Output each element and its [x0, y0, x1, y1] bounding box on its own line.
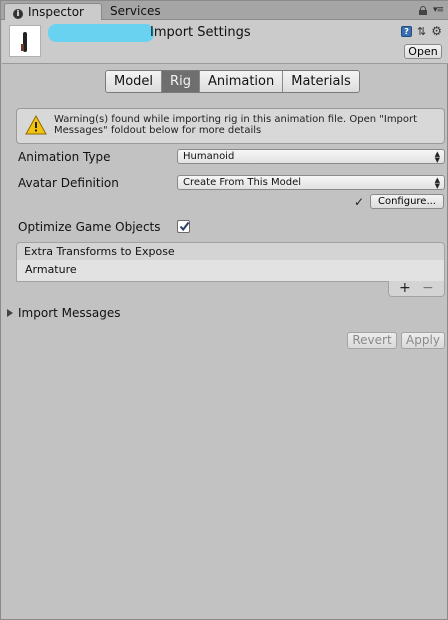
- warning-icon: [25, 115, 47, 135]
- header-icons: ? ⇅ ⚙: [401, 25, 442, 37]
- import-messages-label: Import Messages: [18, 306, 121, 320]
- remove-item-button[interactable]: −: [422, 280, 434, 296]
- tab-model[interactable]: Model: [106, 71, 163, 92]
- tab-services[interactable]: Services: [102, 3, 172, 20]
- apply-button[interactable]: Apply: [401, 332, 445, 349]
- animation-type-value: Humanoid: [183, 151, 235, 162]
- tab-inspector-label: Inspector: [28, 5, 84, 19]
- optimize-game-objects-checkbox[interactable]: [177, 220, 190, 233]
- extra-transforms-list: Armature: [16, 260, 445, 282]
- dropdown-arrows-icon: ▲ ▼: [434, 150, 440, 164]
- inspector-window: i Inspector Services ▾≡ Import Settings ?…: [0, 0, 448, 620]
- tab-bar: i Inspector Services ▾≡: [1, 1, 448, 20]
- warning-text: Warning(s) found while importing rig in …: [54, 114, 418, 136]
- animation-type-label: Animation Type: [18, 150, 111, 164]
- tab-animation[interactable]: Animation: [199, 71, 284, 92]
- tab-services-label: Services: [110, 4, 161, 18]
- warning-box: Warning(s) found while importing rig in …: [16, 108, 445, 144]
- redacted-asset-name: [48, 24, 154, 42]
- tab-bar-controls: ▾≡: [418, 6, 444, 15]
- configured-check-icon: ✓: [354, 195, 365, 209]
- avatar-definition-label: Avatar Definition: [18, 176, 119, 190]
- lock-icon[interactable]: [418, 6, 427, 15]
- extra-transforms-header: Extra Transforms to Expose: [16, 242, 445, 261]
- gear-icon[interactable]: ⚙: [431, 25, 442, 37]
- avatar-definition-dropdown[interactable]: Create From This Model ▲ ▼: [177, 175, 445, 190]
- header-title: Import Settings: [150, 25, 251, 40]
- avatar-definition-value: Create From This Model: [183, 177, 301, 188]
- tab-rig[interactable]: Rig: [162, 71, 200, 92]
- asset-header: Import Settings ? ⇅ ⚙ Open: [2, 20, 448, 64]
- list-item[interactable]: Armature: [25, 263, 77, 276]
- checkmark-icon: [179, 221, 190, 232]
- tab-materials[interactable]: Materials: [283, 71, 359, 92]
- animation-type-dropdown[interactable]: Humanoid ▲ ▼: [177, 149, 445, 164]
- open-button[interactable]: Open: [404, 44, 442, 59]
- add-item-button[interactable]: +: [399, 280, 411, 296]
- menu-icon[interactable]: ▾≡: [433, 6, 444, 15]
- list-footer: + −: [388, 280, 445, 297]
- dropdown-arrows-icon: ▲ ▼: [434, 176, 440, 190]
- configure-button[interactable]: Configure...: [370, 194, 444, 209]
- optimize-game-objects-label: Optimize Game Objects: [18, 220, 161, 234]
- import-messages-foldout[interactable]: Import Messages: [7, 306, 121, 320]
- help-icon[interactable]: ?: [401, 26, 413, 37]
- tab-inspector[interactable]: i Inspector: [4, 3, 102, 20]
- asset-thumbnail: [9, 25, 41, 57]
- revert-button[interactable]: Revert: [347, 332, 397, 349]
- import-tabs: Model Rig Animation Materials: [105, 70, 360, 93]
- foldout-arrow-icon: [7, 309, 13, 317]
- info-icon: i: [13, 9, 23, 19]
- preset-icon[interactable]: ⇅: [417, 26, 426, 37]
